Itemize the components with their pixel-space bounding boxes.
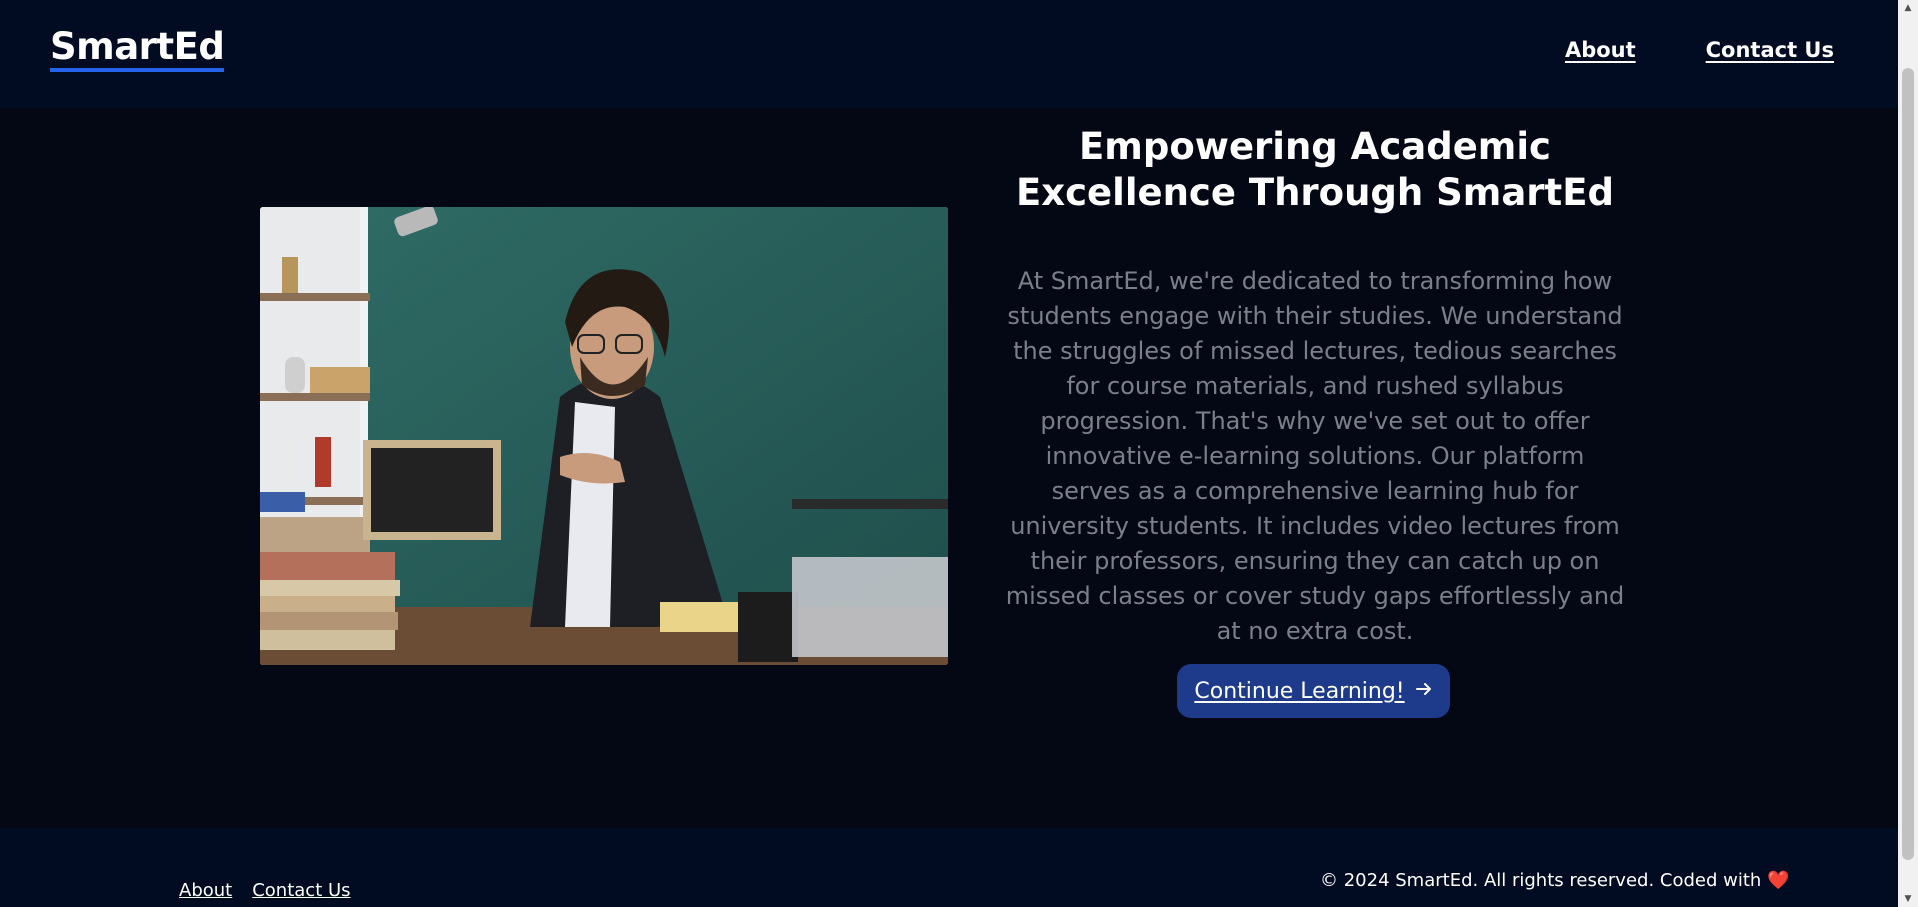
continue-learning-button[interactable]: Continue Learning! [1177,664,1450,718]
scroll-thumb[interactable] [1902,68,1914,860]
footer-contact-link[interactable]: Contact Us [252,880,350,901]
scroll-up-icon[interactable]: ▲ [1898,0,1918,16]
nav-about-link[interactable]: About [1565,38,1636,62]
copyright-text: © 2024 SmartEd. All rights reserved. Cod… [1320,870,1762,891]
nav-contact-link[interactable]: Contact Us [1706,38,1834,62]
footer-about-link[interactable]: About [179,880,232,901]
main-nav: About Contact Us [1565,38,1834,62]
site-header: SmartEd About Contact Us [0,0,1898,108]
site-footer: About Contact Us © 2024 SmartEd. All rig… [0,828,1898,907]
heart-icon: ❤️ [1767,870,1790,891]
scroll-down-icon[interactable]: ▼ [1898,891,1918,907]
continue-learning-label: Continue Learning! [1194,678,1405,704]
footer-links: About Contact Us [179,880,351,901]
copyright: © 2024 SmartEd. All rights reserved. Cod… [1320,870,1789,891]
hero-title: Empowering Academic Excellence Through S… [1015,125,1615,214]
vertical-scrollbar[interactable]: ▲ ▼ [1898,0,1918,907]
hero-image [260,207,948,665]
page: SmartEd About Contact Us Empowering Acad… [0,0,1898,907]
logo-link[interactable]: SmartEd [50,26,225,72]
hero-description: At SmartEd, we're dedicated to transform… [1005,267,1625,645]
arrow-right-icon [1415,679,1433,704]
